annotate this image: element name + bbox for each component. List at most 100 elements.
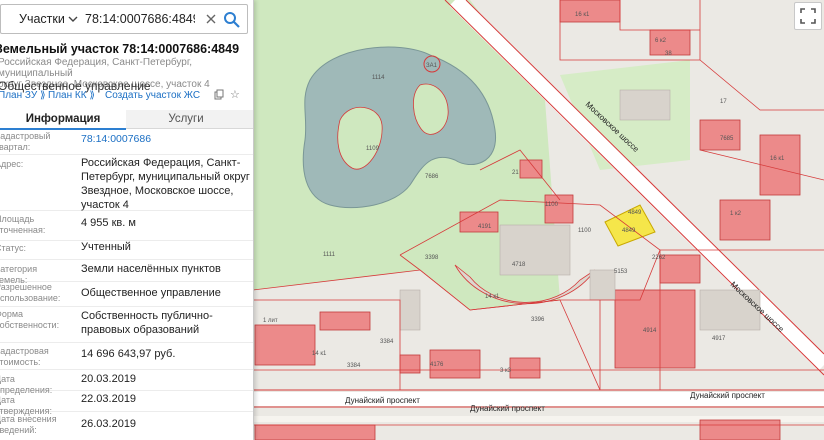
close-icon[interactable] [203,11,219,27]
street-label: Дунайский проспект [470,404,545,413]
create-zhs-link[interactable]: Создать участок ЖС [105,90,200,101]
parcel-label: 7686 [425,174,439,180]
parcel-label: 1100 [545,202,559,208]
parcel-label: 4914 [643,328,657,334]
building [719,199,771,241]
copy-icon[interactable] [214,89,225,103]
parcel-label: 1 лит [263,318,278,324]
info-row-category: Категория земель: Земли населённых пункт… [0,259,253,285]
parcel-label: 4917 [712,336,726,342]
parcel-label: 1100 [578,228,592,234]
parcel-label: 1 к2 [730,211,742,217]
building [319,311,371,331]
info-label: Кадастровый квартал: [0,131,51,152]
info-row-date-approved: Дата утверждения: 22.03.2019 [0,390,253,416]
info-label: Разрешенное использование: [0,282,61,303]
info-row-permitted-use: Разрешенное использование: Общественное … [0,281,253,307]
search-icon[interactable] [221,9,243,29]
parcel-label: 16 к1 [575,12,590,18]
parcel-label: 2262 [652,255,666,261]
info-label: Дата внесения сведений: [0,414,57,435]
grey-building [399,289,421,331]
building [254,324,316,366]
parcel-label: 1111 [323,252,336,258]
parcel-label: 4176 [430,362,444,368]
parcel-label: 7685 [720,136,734,142]
info-value: 4 955 кв. м [81,217,136,229]
building [699,419,781,440]
info-value: 14 696 643,97 руб. [81,348,176,360]
address-line-1: Российская Федерация, Санкт-Петербург, м… [0,57,193,79]
info-value: 20.03.2019 [81,373,137,385]
info-row-date-determined: Дата определения: 20.03.2019 [0,369,253,395]
parcel-label: ЗА1 [426,63,438,69]
info-panel: Участки Земельный участок 78:14:0007686:… [0,0,254,440]
parcel-label: 4191 [478,224,492,230]
parcel-title: Земельный участок 78:14:0007686:4849 [0,42,240,56]
parcel-label: 38 [665,51,672,57]
plan-kk-link[interactable]: План КК ⟫ [48,90,95,101]
building [254,424,376,440]
tab-bar: Информация Услуги [0,110,253,130]
grey-building [589,269,616,301]
parcel-label: 5153 [614,269,628,275]
info-value: Российская Федерация, Санкт-Петербург, м… [81,157,250,211]
building [759,134,801,196]
info-value: 22.03.2019 [81,393,137,405]
chevron-down-icon[interactable] [68,14,78,24]
arrow-right-icon: ⟫ [89,90,95,101]
plan-zu-label: План ЗУ [0,90,38,101]
plan-kk-label: План КК [48,90,87,101]
info-row-cadastral-quarter: Кадастровый квартал: 78:14:0007686 [0,130,253,155]
info-value: Собственность публично-правовых образова… [81,310,213,336]
parcel-label: 1109 [366,146,380,152]
star-icon[interactable]: ☆ [230,88,240,101]
building [519,159,543,179]
building [509,357,541,379]
search-input[interactable] [85,5,195,33]
info-row-ownership: Форма собственности: Собственность публи… [0,306,253,343]
building [699,119,741,151]
grey-building [499,224,571,276]
info-label: Адрес: [0,159,24,169]
parcel-label: 3398 [425,255,439,261]
tab-services[interactable]: Услуги [126,110,246,128]
parcel-label: 14 к1 [312,351,327,357]
info-label: Кадастровая стоимость: [0,346,49,367]
parcel-label: 21 [512,170,519,176]
parcel-label: 3 к3 [500,368,512,374]
info-label: Форма собственности: [0,309,60,330]
parcel-label: 17 [720,99,727,105]
parcel-label: 3384 [380,339,394,345]
tab-info[interactable]: Информация [0,110,126,130]
info-value: Учтенный [81,241,131,253]
building [559,0,621,23]
arrow-right-icon: ⟫ [39,90,46,101]
parcel-label: 3384 [347,363,361,369]
info-row-address: Адрес: Российская Федерация, Санкт-Петер… [0,154,253,211]
street-label: Дунайский проспект [345,396,420,405]
parcel-label: 16 к1 [770,156,785,162]
info-label: Площадь уточненная: [0,214,46,235]
search-bar: Участки [0,4,248,34]
cadastral-quarter-link[interactable]: 78:14:0007686 [81,132,251,146]
fullscreen-icon [800,8,816,24]
info-row-cadastral-value: Кадастровая стоимость: 14 696 643,97 руб… [0,342,253,370]
info-row-date-entered: Дата внесения сведений: 26.03.2019 [0,411,253,440]
info-row-area: Площадь уточненная: 4 955 кв. м [0,210,253,241]
building [659,254,701,284]
street-label: Дунайский проспект [690,391,765,400]
grey-building [619,89,671,121]
info-value: Общественное управление [81,287,221,299]
parcel-label: 4849 [622,228,636,234]
parcel-label: 4849 [628,210,642,216]
fullscreen-button[interactable] [794,2,822,30]
plan-zu-link[interactable]: План ЗУ ⟫ [0,90,46,101]
parcel-label: 3396 [531,317,545,323]
search-type-select[interactable]: Участки [19,5,65,33]
info-value: Земли населённых пунктов [81,263,221,275]
parcel-label: 4718 [512,262,526,268]
parcel-label: 14 к1 [485,294,500,300]
info-label: Статус: [0,243,26,253]
info-value: 26.03.2019 [81,418,137,430]
